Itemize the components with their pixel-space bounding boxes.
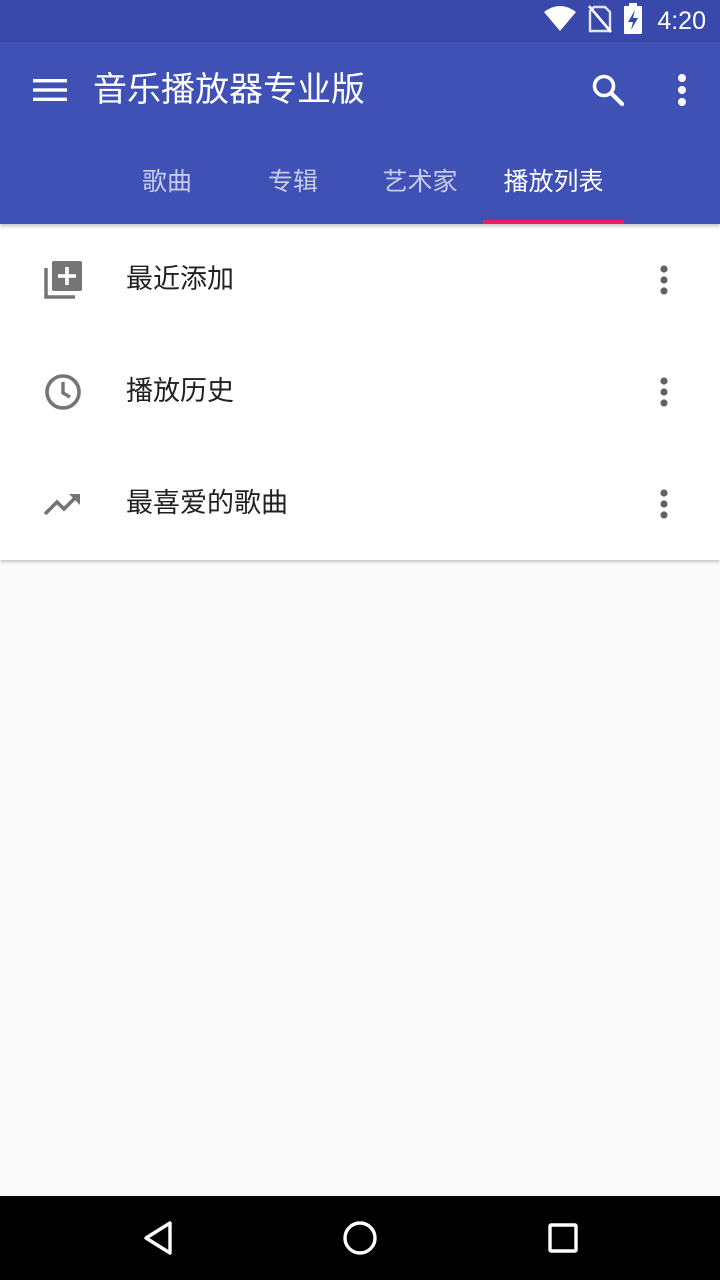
app-bar: 音乐播放器专业版 歌曲 专辑 艺术家 播放列表 [0,42,720,224]
playlist-item-label: 最近添加 [126,264,234,295]
playlist-item-history[interactable]: 播放历史 [0,336,720,448]
status-time: 4:20 [657,6,706,35]
clock-icon [40,369,86,415]
playlist-item-label: 播放历史 [126,376,234,407]
recents-icon [548,1223,578,1253]
search-icon [591,73,625,111]
navigation-bar [0,1196,720,1280]
menu-icon [33,78,67,106]
playlist-list: 最近添加 播放历史 最喜爱的歌曲 [0,224,720,560]
status-bar: 4:20 [0,0,720,42]
tab-bar: 歌曲 专辑 艺术家 播放列表 [0,142,720,224]
playlist-item-recently-added[interactable]: 最近添加 [0,224,720,336]
home-icon [343,1221,377,1255]
wifi-icon [543,5,577,37]
tab-artists[interactable]: 艺术家 [360,142,480,224]
trending-up-icon [40,481,86,527]
tab-indicator [483,220,624,224]
menu-button[interactable] [22,64,78,120]
battery-charging-icon [623,3,643,39]
playlist-item-label: 最喜爱的歌曲 [126,488,288,519]
library-add-icon [40,257,86,303]
tab-songs[interactable]: 歌曲 [108,142,226,224]
more-vert-icon [677,74,687,110]
search-button[interactable] [580,64,636,120]
playlist-item-favorites[interactable]: 最喜爱的歌曲 [0,448,720,560]
recents-button[interactable] [523,1210,603,1266]
back-button[interactable] [118,1210,198,1266]
home-button[interactable] [320,1210,400,1266]
back-icon [144,1221,172,1255]
tab-playlists[interactable]: 播放列表 [483,142,624,224]
status-icons: 4:20 [543,0,706,42]
app-title: 音乐播放器专业版 [93,70,365,110]
more-vert-icon [660,265,668,295]
more-vert-icon [660,377,668,407]
tab-albums[interactable]: 专辑 [234,142,352,224]
item-more-button[interactable] [640,252,688,308]
overflow-menu-button[interactable] [656,64,708,120]
no-sim-icon [587,4,613,38]
more-vert-icon [660,489,668,519]
item-more-button[interactable] [640,476,688,532]
item-more-button[interactable] [640,364,688,420]
